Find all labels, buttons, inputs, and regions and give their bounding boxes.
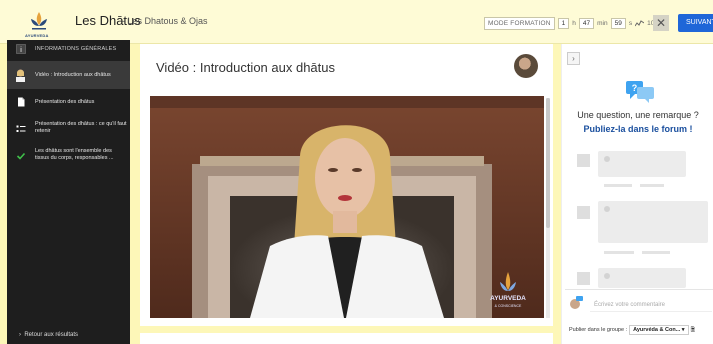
instructor-avatar [514,54,538,78]
top-header: AYURVEDA Les Dhātus - Les Dhatous & Ojas… [0,0,713,44]
skeleton-dot [604,273,610,279]
panel-scrollbar-thumb[interactable] [546,98,550,228]
course-sidebar: i INFORMATIONS GÉNÉRALES Vidéo : Introdu… [7,40,130,344]
forum-question-text: Une question, une remarque ? [577,110,699,120]
back-label: Retour aux résultats [24,332,79,338]
user-avatar [570,296,583,309]
timer-hours: 1 [557,18,570,29]
timer-minutes: 47 [578,18,595,29]
close-button[interactable]: ✕ [653,15,669,31]
skeleton-post [598,268,686,288]
video-watermark-sub: & CONSCIENCE [495,304,522,308]
ayurveda-logo[interactable] [28,10,50,34]
sidebar-item-label: Présentation des dhātus [35,99,95,105]
video-watermark-brand: AYURVEDA [490,295,526,302]
group-select[interactable]: Ayurvéda & Con... ▾ [629,325,689,335]
skeleton-line [640,184,664,187]
forum-publish-link[interactable]: Publiez-la dans le forum ! [562,124,713,134]
forum-panel: › ? Une question, une remarque ? Publiez… [561,44,713,344]
check-icon [16,152,26,160]
publish-group-row: Publier dans le groupe : Ayurvéda & Con.… [569,325,695,335]
video-player[interactable]: AYURVEDA & CONSCIENCE [150,96,544,318]
expand-panel-button[interactable]: › [567,52,580,65]
timer-seconds-unit: s [628,20,633,27]
svg-text:?: ? [632,83,638,93]
timer-hours-unit: h [572,20,576,27]
attachment-icon[interactable]: 🗎 [691,326,695,335]
lesson-panel: Vidéo : Introduction aux dhātus AYURVEDA… [140,44,553,326]
sidebar-item-summary[interactable]: Présentation des dhātus : ce qu'il faut … [7,116,130,142]
skeleton-line [604,184,632,187]
group-select-value: Ayurvéda & Con... [633,327,681,333]
comment-input[interactable]: Écrivez votre commentaire [590,298,712,312]
chevron-right-icon: › [19,332,21,338]
sidebar-item-label: INFORMATIONS GÉNÉRALES [35,46,117,52]
video-avatar-icon [16,69,25,82]
lesson-title: Vidéo : Introduction aux dhātus [156,60,335,75]
skeleton-dot [604,206,610,212]
next-section-card [140,333,553,344]
logo-text: AYURVEDA [25,33,49,38]
back-to-results-link[interactable]: › Retour aux résultats [19,332,78,338]
skeleton-post [598,201,708,243]
document-icon [18,97,25,107]
sidebar-item-label: Présentation des dhātus : ce qu'il faut … [35,121,127,134]
chevron-right-icon: › [572,54,575,63]
sidebar-item-presentation[interactable]: Présentation des dhātus [7,92,130,112]
skeleton-post [598,151,686,177]
comment-composer: Écrivez votre commentaire Publier dans l… [565,289,713,344]
sidebar-item-label: Les dhātus sont l'ensemble des tissus du… [35,148,114,161]
sidebar-item-dhatus-tissues[interactable]: Les dhātus sont l'ensemble des tissus du… [7,144,130,170]
timer-minutes-unit: min [597,20,608,27]
mode-label[interactable]: MODE FORMATION [484,17,555,30]
speed-chart-icon [635,20,645,27]
info-icon: i [16,44,26,54]
skeleton-line [642,251,670,254]
skeleton-dot [604,156,610,162]
list-icon [16,125,26,132]
sidebar-item-label: Vidéo : Introduction aux dhātus [35,72,111,78]
chevron-down-icon: ▾ [681,327,685,333]
sidebar-item-intro-video[interactable]: Vidéo : Introduction aux dhātus [7,61,130,89]
skeleton-line [604,251,634,254]
publish-label: Publier dans le groupe : [569,327,628,333]
sidebar-item-general-info[interactable]: i INFORMATIONS GÉNÉRALES [7,40,130,60]
skeleton-avatar [577,154,590,167]
training-mode-bar: MODE FORMATION 1 h 47 min 59 s 100 % [484,17,666,30]
video-frame-image: AYURVEDA & CONSCIENCE [150,96,544,318]
chat-bubbles-icon: ? [626,81,654,103]
skeleton-avatar [577,206,590,219]
timer-seconds: 59 [610,18,626,29]
next-button[interactable]: SUIVANT [678,14,713,32]
skeleton-avatar [577,272,590,285]
page-subtitle: - Les Dhatous & Ojas [122,16,208,26]
